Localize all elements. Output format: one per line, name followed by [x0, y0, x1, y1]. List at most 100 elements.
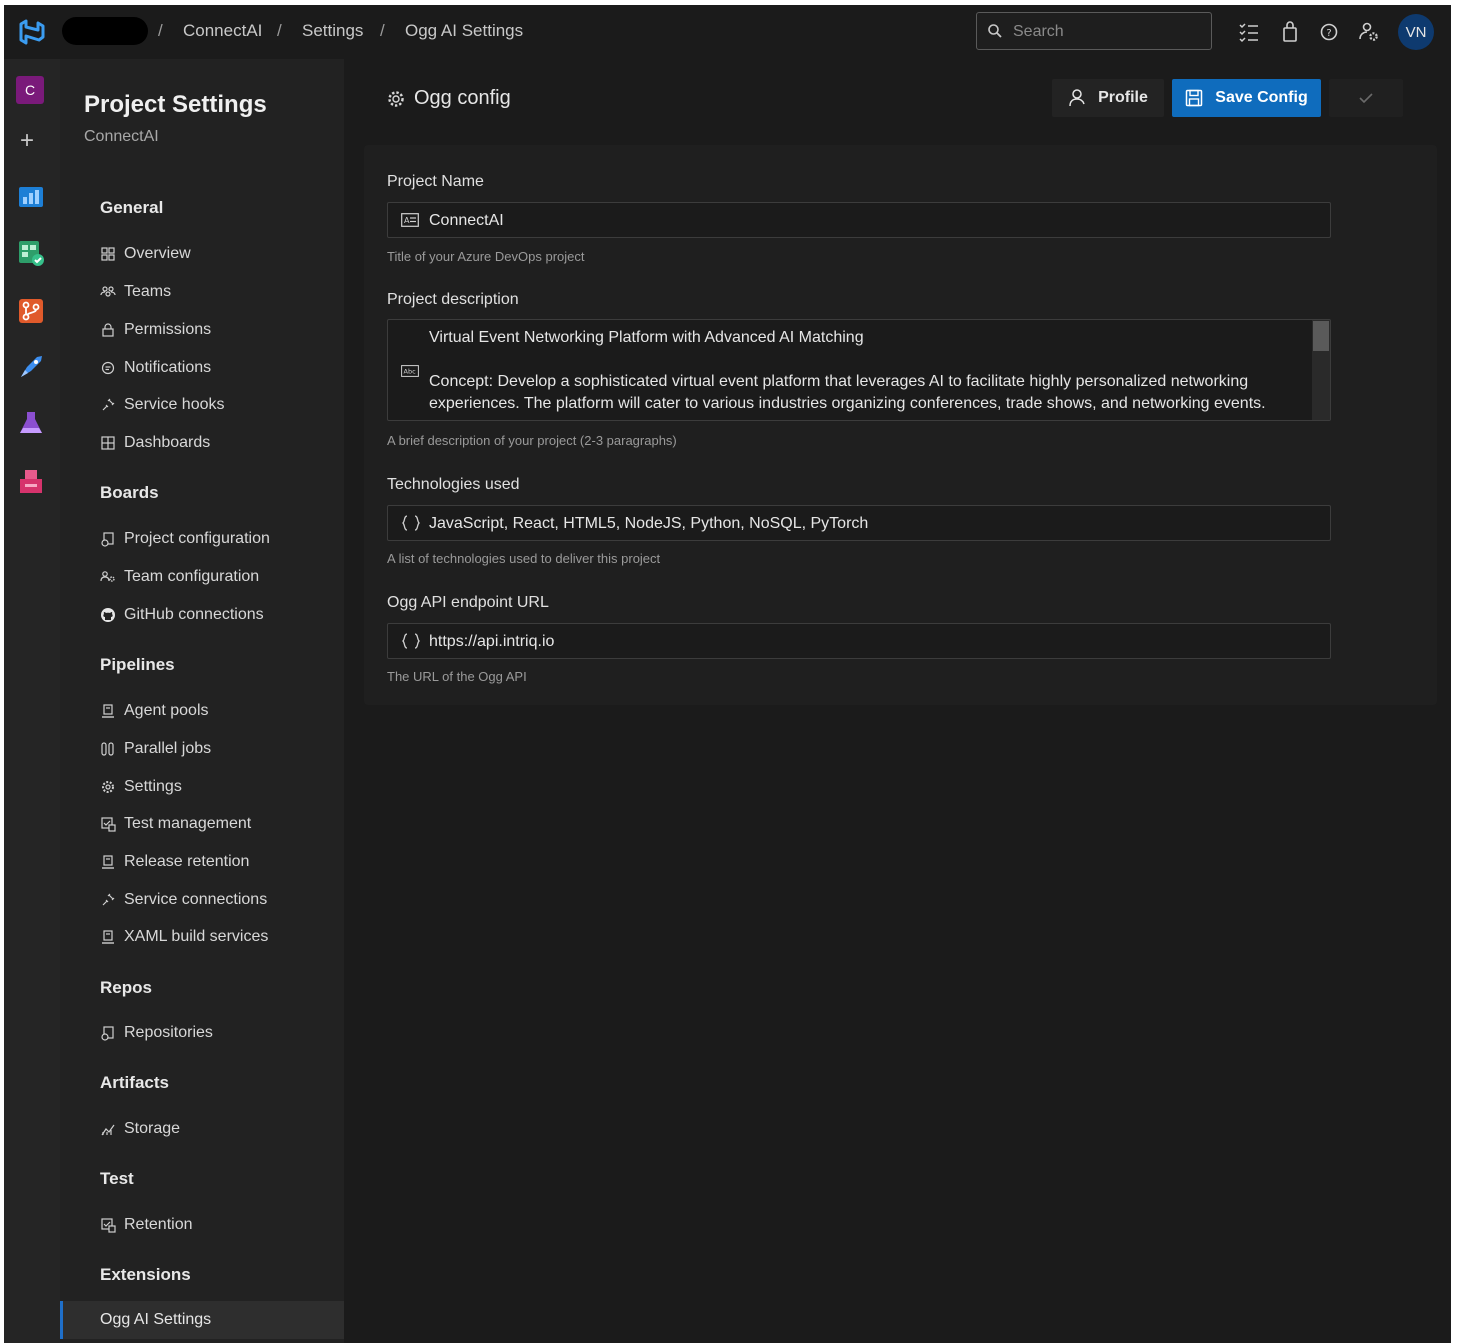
- gear-icon: [102, 781, 114, 793]
- sidebar-item-overview[interactable]: Overview: [100, 239, 191, 269]
- project-name-label: Project Name: [387, 173, 484, 190]
- profile-button[interactable]: Profile: [1052, 79, 1164, 117]
- svg-text:?: ?: [1326, 28, 1331, 39]
- page-title: Ogg config: [414, 87, 511, 109]
- pipelines-icon[interactable]: [17, 353, 45, 381]
- sidebar-item-xaml-build-services[interactable]: XAML build services: [100, 922, 268, 952]
- repos-icon[interactable]: [17, 297, 45, 325]
- section-boards: Boards: [100, 483, 159, 502]
- sidebar-item-label: Retention: [124, 1216, 193, 1233]
- task-list-icon[interactable]: [1237, 20, 1261, 44]
- confirm-button[interactable]: [1329, 79, 1403, 117]
- sidebar-item-release-retention[interactable]: Release retention: [100, 847, 249, 877]
- marketplace-bag-icon[interactable]: [1278, 20, 1302, 44]
- sidebar-item-storage[interactable]: Storage: [100, 1114, 180, 1144]
- sidebar-item-label: Settings: [124, 778, 182, 795]
- description-line: Concept: Develop a sophisticated virtual…: [429, 373, 1249, 390]
- section-test: Test: [100, 1169, 134, 1188]
- project-name-help: Title of your Azure DevOps project: [387, 249, 585, 264]
- sidebar-item-service-hooks[interactable]: Service hooks: [100, 390, 225, 420]
- left-rail: C +: [4, 59, 60, 1343]
- section-repos: Repos: [100, 978, 152, 997]
- user-avatar[interactable]: VN: [1398, 14, 1434, 50]
- sidebar-item-label: Ogg AI Settings: [100, 1311, 212, 1328]
- teams-icon: [100, 286, 116, 297]
- page-header: Ogg config: [386, 87, 511, 110]
- sidebar-item-dashboards[interactable]: Dashboards: [100, 428, 210, 458]
- sidebar-item-label: Agent pools: [124, 702, 209, 719]
- sidebar-item-service-connections[interactable]: Service connections: [100, 885, 267, 915]
- sidebar-item-team-configuration[interactable]: Team configuration: [100, 562, 259, 592]
- breadcrumb-project[interactable]: ConnectAI: [183, 21, 262, 41]
- person-icon: [1069, 89, 1085, 107]
- retention-icon: [101, 1218, 116, 1233]
- endpoint-value: https://api.intriq.io: [429, 633, 555, 650]
- sidebar-item-label: Service connections: [124, 891, 268, 908]
- main-content: Ogg config Profile Save Config Project N…: [344, 59, 1451, 1343]
- description-line: experiences. The platform will cater to …: [429, 395, 1266, 412]
- sidebar-item-label: Permissions: [124, 321, 212, 338]
- sidebar-item-notifications[interactable]: Notifications: [100, 353, 211, 383]
- sidebar-item-label: Notifications: [124, 359, 212, 376]
- description-textarea[interactable]: Abc Virtual Event Networking Platform wi…: [387, 319, 1331, 421]
- scrollbar-thumb[interactable]: [1313, 321, 1329, 351]
- svg-text:A: A: [404, 216, 410, 225]
- project-settings-sidebar: Project Settings ConnectAI General Overv…: [60, 59, 344, 1343]
- project-badge[interactable]: C: [16, 76, 44, 104]
- description-scrollbar[interactable]: [1312, 320, 1330, 420]
- build-services-icon: [102, 930, 114, 944]
- sidebar-item-agent-pools[interactable]: Agent pools: [100, 696, 209, 726]
- sidebar-item-teams[interactable]: Teams: [100, 277, 171, 307]
- sidebar-item-test-management[interactable]: Test management: [100, 809, 251, 839]
- repository-icon: [101, 1026, 114, 1041]
- checkmark-icon: [1359, 93, 1373, 104]
- project-name-field[interactable]: A ConnectAI: [387, 202, 1331, 238]
- user-settings-icon[interactable]: [1357, 20, 1381, 44]
- sidebar-item-permissions[interactable]: Permissions: [100, 315, 211, 345]
- breadcrumb-current[interactable]: Ogg AI Settings: [405, 21, 523, 41]
- technologies-label: Technologies used: [387, 476, 520, 493]
- search-box[interactable]: [976, 12, 1212, 50]
- description-label: Project description: [387, 291, 519, 308]
- text-abc-icon: Abc: [401, 365, 419, 377]
- add-icon[interactable]: +: [20, 129, 34, 153]
- sidebar-item-label: XAML build services: [124, 928, 269, 945]
- sidebar-item-pipeline-settings[interactable]: Settings: [100, 772, 182, 802]
- section-artifacts: Artifacts: [100, 1073, 169, 1092]
- help-icon[interactable]: ?: [1317, 20, 1341, 44]
- breadcrumb-settings[interactable]: Settings: [302, 21, 363, 41]
- agent-pool-icon: [102, 704, 114, 718]
- endpoint-label: Ogg API endpoint URL: [387, 594, 549, 611]
- search-input[interactable]: [1013, 21, 1203, 43]
- overview-icon[interactable]: [17, 183, 45, 211]
- technologies-help: A list of technologies used to deliver t…: [387, 551, 661, 566]
- sidebar-item-repositories[interactable]: Repositories: [100, 1018, 213, 1048]
- endpoint-field[interactable]: https://api.intriq.io: [387, 623, 1331, 659]
- azure-devops-logo-icon[interactable]: [17, 18, 47, 46]
- gear-icon: [388, 90, 404, 107]
- sidebar-item-parallel-jobs[interactable]: Parallel jobs: [100, 734, 211, 764]
- sidebar-item-github-connections[interactable]: GitHub connections: [100, 600, 264, 630]
- sidebar-item-label: Dashboards: [124, 434, 211, 451]
- sidebar-item-label: Repositories: [124, 1024, 213, 1041]
- sidebar-subtitle: ConnectAI: [84, 128, 159, 145]
- sidebar-item-ogg-ai-settings[interactable]: Ogg AI Settings: [60, 1301, 344, 1339]
- sidebar-item-label: Teams: [124, 283, 172, 300]
- boards-icon[interactable]: [17, 239, 45, 267]
- test-plans-icon[interactable]: [17, 409, 45, 437]
- plug-icon: [102, 398, 115, 411]
- description-line: Virtual Event Networking Platform with A…: [429, 329, 864, 346]
- breadcrumb-separator: /: [277, 21, 282, 40]
- description-help: A brief description of your project (2-3…: [387, 433, 677, 448]
- project-name-value: ConnectAI: [429, 212, 504, 229]
- parallel-jobs-icon: [101, 742, 114, 756]
- sidebar-item-project-configuration[interactable]: Project configuration: [100, 524, 270, 554]
- save-config-button[interactable]: Save Config: [1172, 79, 1321, 117]
- organization-pill[interactable]: [62, 17, 148, 45]
- section-extensions: Extensions: [100, 1265, 191, 1284]
- save-icon: [1186, 89, 1203, 107]
- technologies-field[interactable]: JavaScript, React, HTML5, NodeJS, Python…: [387, 505, 1331, 541]
- braces-icon: [402, 633, 420, 649]
- artifacts-icon[interactable]: [17, 467, 45, 495]
- sidebar-item-retention[interactable]: Retention: [100, 1210, 193, 1240]
